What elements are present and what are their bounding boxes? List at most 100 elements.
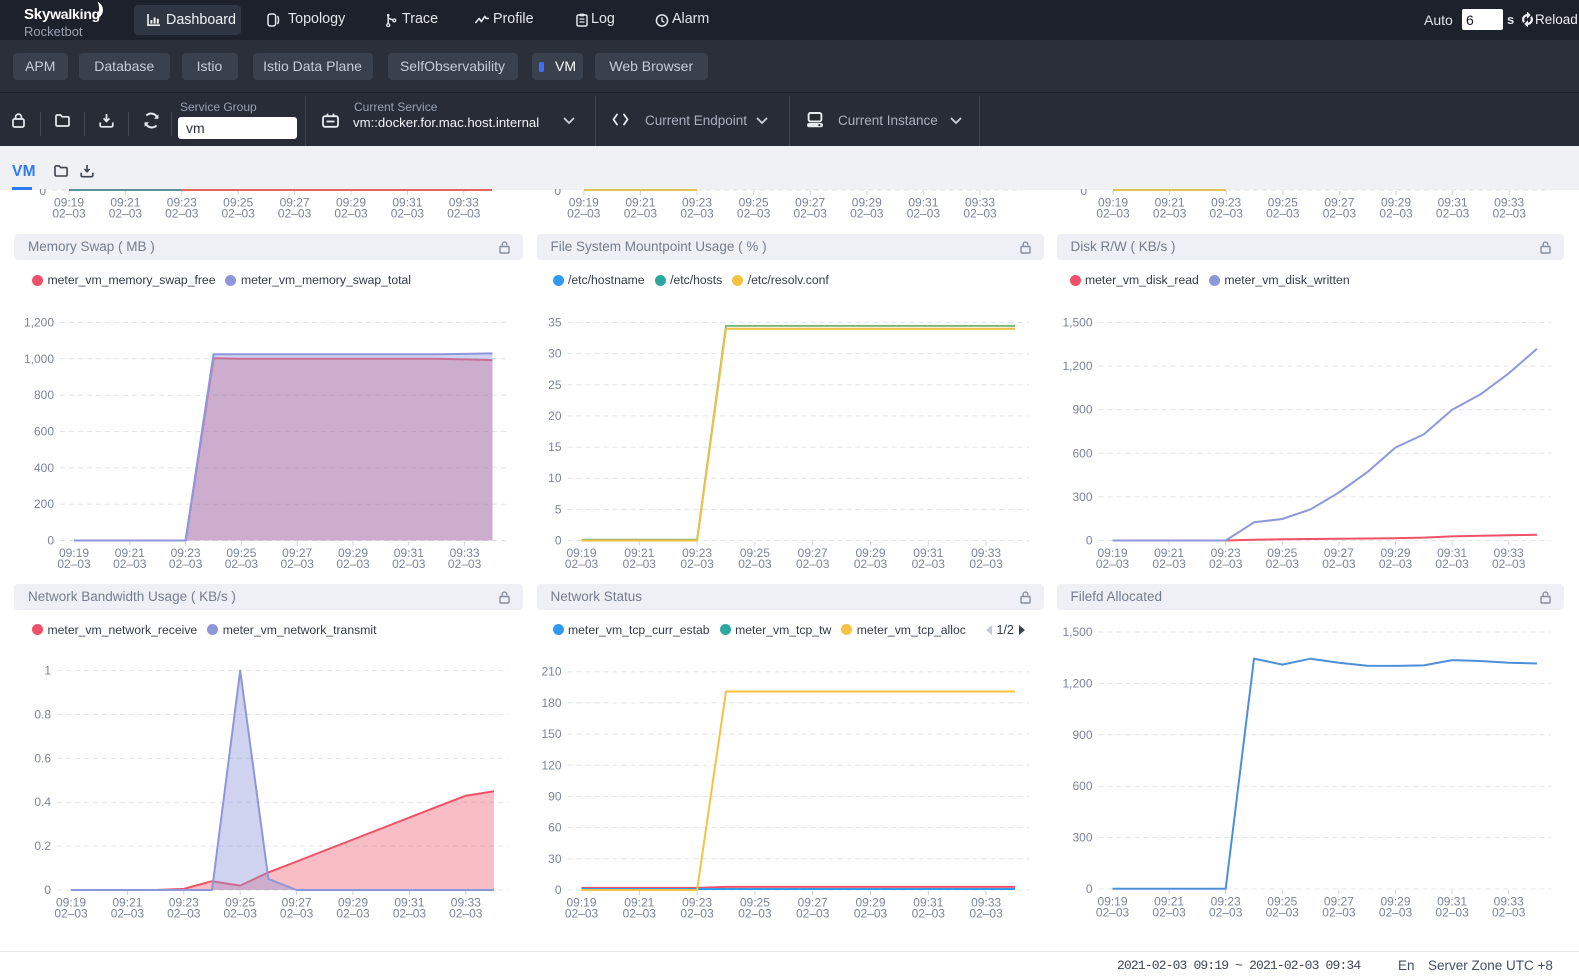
svg-text:02–03: 02–03 <box>1435 557 1469 571</box>
svg-text:02–03: 02–03 <box>794 207 828 221</box>
svg-text:1,200: 1,200 <box>24 315 54 329</box>
svg-text:120: 120 <box>541 758 561 772</box>
svg-text:0: 0 <box>44 883 51 897</box>
svg-text:02–03: 02–03 <box>622 907 656 921</box>
svg-text:200: 200 <box>34 497 54 511</box>
svg-text:30: 30 <box>548 852 562 866</box>
svg-text:02–03: 02–03 <box>447 207 481 221</box>
svg-text:300: 300 <box>1072 831 1092 845</box>
svg-text:1,000: 1,000 <box>24 351 54 365</box>
svg-text:02–03: 02–03 <box>737 207 771 221</box>
svg-text:0: 0 <box>554 883 561 897</box>
svg-text:02–03: 02–03 <box>564 557 598 571</box>
svg-text:300: 300 <box>1072 489 1092 503</box>
svg-text:02–03: 02–03 <box>111 907 145 921</box>
svg-text:02–03: 02–03 <box>624 207 658 221</box>
svg-text:02–03: 02–03 <box>1152 557 1186 571</box>
svg-text:60: 60 <box>548 821 562 835</box>
svg-text:0: 0 <box>47 533 54 547</box>
svg-text:0: 0 <box>554 189 561 198</box>
svg-text:02–03: 02–03 <box>281 557 315 571</box>
svg-text:02–03: 02–03 <box>853 907 887 921</box>
svg-text:02–03: 02–03 <box>622 557 656 571</box>
svg-text:02–03: 02–03 <box>336 907 370 921</box>
svg-text:02–03: 02–03 <box>225 557 259 571</box>
svg-text:0.8: 0.8 <box>34 708 51 722</box>
svg-text:02–03: 02–03 <box>796 557 830 571</box>
svg-text:600: 600 <box>1072 446 1092 460</box>
svg-text:02–03: 02–03 <box>280 907 314 921</box>
svg-text:02–03: 02–03 <box>393 907 427 921</box>
svg-text:02–03: 02–03 <box>1379 207 1413 221</box>
svg-text:0.6: 0.6 <box>34 751 51 765</box>
svg-text:02–03: 02–03 <box>336 557 370 571</box>
svg-text:02–03: 02–03 <box>1435 906 1469 920</box>
svg-text:02–03: 02–03 <box>911 557 945 571</box>
svg-text:02–03: 02–03 <box>1493 207 1527 221</box>
svg-text:90: 90 <box>548 789 562 803</box>
svg-text:0: 0 <box>1085 533 1092 547</box>
svg-text:10: 10 <box>548 471 562 485</box>
svg-text:0.2: 0.2 <box>34 839 51 853</box>
svg-text:02–03: 02–03 <box>165 207 199 221</box>
svg-text:02–03: 02–03 <box>1266 207 1300 221</box>
svg-text:02–03: 02–03 <box>52 207 86 221</box>
svg-text:0: 0 <box>1085 882 1092 896</box>
svg-text:02–03: 02–03 <box>738 907 772 921</box>
svg-text:02–03: 02–03 <box>907 207 941 221</box>
svg-text:02–03: 02–03 <box>391 207 425 221</box>
svg-text:02–03: 02–03 <box>680 557 714 571</box>
svg-text:02–03: 02–03 <box>1095 906 1129 920</box>
svg-text:02–03: 02–03 <box>1209 906 1243 920</box>
svg-text:02–03: 02–03 <box>1209 557 1243 571</box>
svg-text:02–03: 02–03 <box>222 207 256 221</box>
svg-text:600: 600 <box>34 424 54 438</box>
svg-text:02–03: 02–03 <box>564 907 598 921</box>
svg-text:02–03: 02–03 <box>963 207 997 221</box>
svg-text:02–03: 02–03 <box>278 207 312 221</box>
svg-text:02–03: 02–03 <box>57 557 91 571</box>
svg-text:5: 5 <box>554 502 561 516</box>
svg-text:02–03: 02–03 <box>1265 557 1299 571</box>
svg-text:02–03: 02–03 <box>738 557 772 571</box>
svg-text:02–03: 02–03 <box>1378 906 1412 920</box>
svg-text:02–03: 02–03 <box>680 207 714 221</box>
svg-text:900: 900 <box>1072 728 1092 742</box>
svg-text:02–03: 02–03 <box>567 207 601 221</box>
svg-text:180: 180 <box>541 696 561 710</box>
svg-text:900: 900 <box>1072 402 1092 416</box>
svg-text:1: 1 <box>44 664 51 678</box>
svg-text:02–03: 02–03 <box>680 907 714 921</box>
svg-text:02–03: 02–03 <box>1492 906 1526 920</box>
svg-text:02–03: 02–03 <box>109 207 143 221</box>
svg-text:02–03: 02–03 <box>449 907 483 921</box>
svg-text:02–03: 02–03 <box>1322 557 1356 571</box>
svg-text:1,500: 1,500 <box>1062 625 1092 639</box>
svg-text:600: 600 <box>1072 779 1092 793</box>
svg-text:02–03: 02–03 <box>911 907 945 921</box>
svg-text:02–03: 02–03 <box>1095 557 1129 571</box>
svg-text:02–03: 02–03 <box>796 907 830 921</box>
svg-text:400: 400 <box>34 460 54 474</box>
svg-text:210: 210 <box>541 665 561 679</box>
svg-text:02–03: 02–03 <box>1436 207 1470 221</box>
svg-text:20: 20 <box>548 408 562 422</box>
svg-text:02–03: 02–03 <box>850 207 884 221</box>
svg-text:02–03: 02–03 <box>1323 207 1357 221</box>
svg-text:02–03: 02–03 <box>334 207 368 221</box>
svg-text:02–03: 02–03 <box>1492 557 1526 571</box>
svg-text:35: 35 <box>548 315 562 329</box>
svg-text:02–03: 02–03 <box>969 557 1003 571</box>
svg-text:02–03: 02–03 <box>1322 906 1356 920</box>
svg-text:02–03: 02–03 <box>169 557 203 571</box>
svg-text:1,500: 1,500 <box>1062 315 1092 329</box>
svg-text:0.4: 0.4 <box>34 795 51 809</box>
svg-text:15: 15 <box>548 440 562 454</box>
svg-text:02–03: 02–03 <box>853 557 887 571</box>
svg-text:1,200: 1,200 <box>1062 676 1092 690</box>
svg-text:02–03: 02–03 <box>1096 207 1130 221</box>
svg-text:30: 30 <box>548 346 562 360</box>
svg-text:02–03: 02–03 <box>1210 207 1244 221</box>
svg-text:02–03: 02–03 <box>1265 906 1299 920</box>
svg-text:0: 0 <box>554 533 561 547</box>
